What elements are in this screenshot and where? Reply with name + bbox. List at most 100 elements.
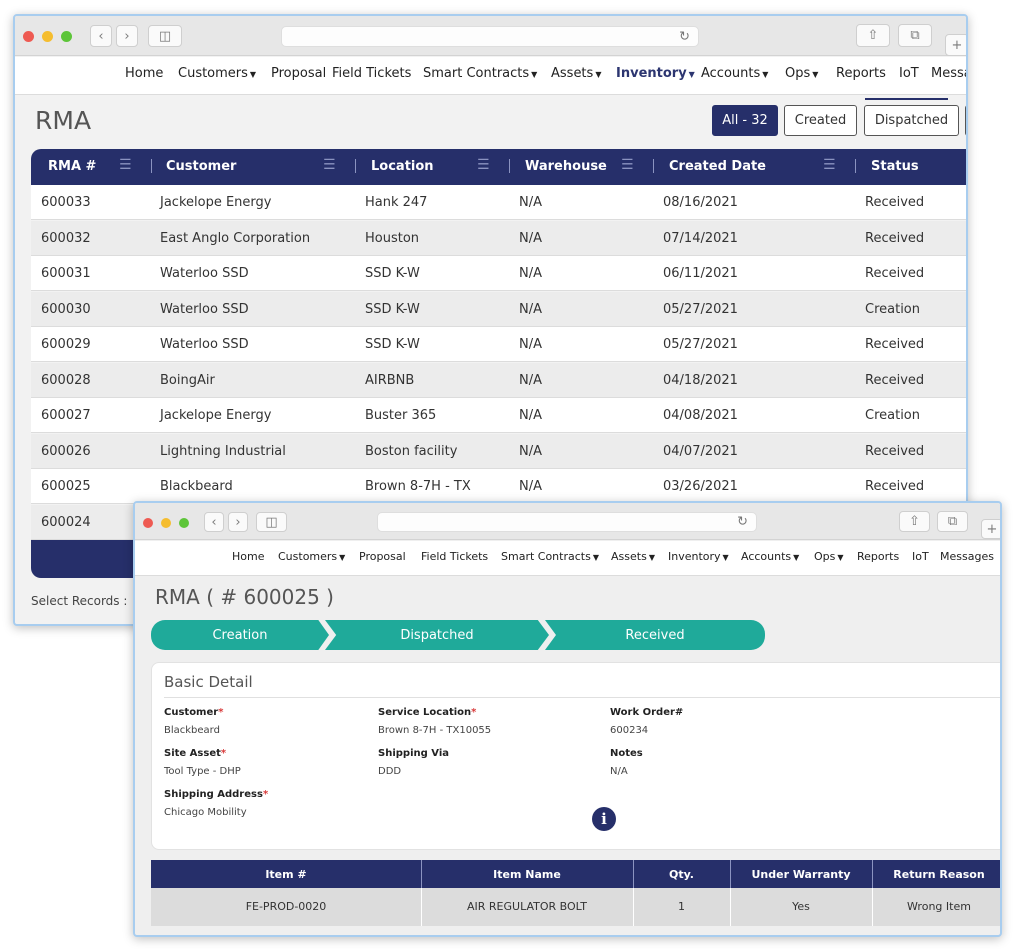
nav-reports[interactable]: Reports bbox=[857, 550, 899, 563]
created-date-cell: 05/27/2021 bbox=[663, 301, 738, 317]
chevron-down-icon: ▼ bbox=[531, 70, 538, 79]
col-rma[interactable]: RMA # bbox=[48, 159, 96, 174]
customer-cell: BoingAir bbox=[160, 372, 215, 388]
table-row[interactable]: 600029 Waterloo SSD SSD K-W N/A 05/27/2021 Re… bbox=[31, 327, 966, 362]
shipping-via-label: Shipping Via bbox=[378, 748, 449, 759]
sidebar-icon[interactable]: ◫ bbox=[148, 25, 182, 47]
chevron-down-icon: ▼ bbox=[592, 553, 599, 562]
close-window-button[interactable] bbox=[23, 31, 34, 42]
nav-field-tickets[interactable]: Field Tickets bbox=[421, 550, 488, 563]
zoom-window-button[interactable] bbox=[179, 518, 189, 528]
nav-proposal[interactable]: Proposal bbox=[271, 66, 326, 81]
forward-icon[interactable]: › bbox=[228, 512, 248, 532]
address-bar[interactable]: ↻ bbox=[281, 26, 699, 47]
nav-customers[interactable]: Customers ▼ bbox=[278, 550, 345, 563]
customer-cell: Jackelope Energy bbox=[160, 408, 272, 423]
reload-icon[interactable]: ↻ bbox=[679, 29, 690, 44]
step-creation[interactable]: Creation bbox=[151, 620, 329, 650]
filter-created[interactable]: Created bbox=[784, 105, 857, 136]
table-row[interactable]: 600032 East Anglo Corporation Houston N/A 07… bbox=[31, 220, 966, 256]
nav-smart-contracts[interactable]: Smart Contracts ▼ bbox=[423, 66, 537, 81]
warehouse-cell: N/A bbox=[519, 195, 542, 210]
close-window-button[interactable] bbox=[143, 518, 153, 528]
nav-customers[interactable]: Customers ▼ bbox=[178, 66, 256, 81]
location-cell: SSD K-W bbox=[365, 266, 420, 281]
tab-indicator bbox=[865, 98, 948, 100]
col-customer[interactable]: Customer bbox=[166, 159, 236, 174]
zoom-window-button[interactable] bbox=[61, 31, 72, 42]
share-icon[interactable]: ⇧ bbox=[856, 24, 890, 47]
status-cell: Received bbox=[865, 479, 925, 494]
rma-number-cell: 600026 bbox=[41, 443, 91, 459]
page-title: RMA ( # 600025 ) bbox=[155, 585, 334, 609]
nav-messages[interactable]: Messa bbox=[931, 66, 966, 81]
col-warehouse[interactable]: Warehouse bbox=[525, 159, 607, 174]
nav-inventory[interactable]: Inventory ▼ bbox=[668, 550, 729, 563]
nav-ops[interactable]: Ops ▼ bbox=[814, 550, 844, 563]
work-order-label: Work Order# bbox=[610, 707, 684, 718]
rma-number-cell: 600024 bbox=[41, 514, 91, 530]
share-icon[interactable]: ⇧ bbox=[899, 511, 930, 532]
status-cell: Creation bbox=[865, 301, 921, 317]
col-location[interactable]: Location bbox=[371, 159, 434, 174]
nav-iot[interactable]: IoT bbox=[912, 550, 929, 563]
minimize-window-button[interactable] bbox=[161, 518, 171, 528]
nav-inventory[interactable]: Inventory ▼ bbox=[616, 66, 695, 81]
back-icon[interactable]: ‹ bbox=[90, 25, 112, 47]
nav-proposal[interactable]: Proposal bbox=[359, 550, 406, 563]
nav-ops[interactable]: Ops ▼ bbox=[785, 66, 818, 81]
nav-accounts[interactable]: Accounts ▼ bbox=[701, 66, 768, 81]
customer-cell: Lightning Industrial bbox=[160, 443, 286, 459]
nav-assets[interactable]: Assets ▼ bbox=[611, 550, 655, 563]
items-table-row[interactable]: FE-PROD-0020 AIR REGULATOR BOLT 1 Yes Wr… bbox=[151, 888, 1000, 926]
tabs-icon[interactable]: ⧉ bbox=[937, 511, 968, 532]
nav-iot[interactable]: IoT bbox=[899, 66, 919, 81]
divider bbox=[164, 697, 1000, 698]
nav-home[interactable]: Home bbox=[125, 66, 163, 81]
table-row[interactable]: 600025 Blackbeard Brown 8-7H - TX N/A 03/26/… bbox=[31, 469, 966, 504]
step-received[interactable]: Received bbox=[545, 620, 765, 650]
filter-more[interactable] bbox=[965, 105, 966, 136]
column-menu-icon[interactable]: ☰ bbox=[477, 157, 490, 173]
table-row[interactable]: 600028 BoingAir AIRBNB N/A 04/18/2021 Receive… bbox=[31, 362, 966, 398]
tabs-icon[interactable]: ⧉ bbox=[898, 24, 932, 47]
nav-reports[interactable]: Reports bbox=[836, 66, 886, 81]
table-row[interactable]: 600027 Jackelope Energy Buster 365 N/A 04/08… bbox=[31, 398, 966, 433]
nav-smart-contracts[interactable]: Smart Contracts ▼ bbox=[501, 550, 599, 563]
nav-accounts[interactable]: Accounts ▼ bbox=[741, 550, 799, 563]
new-tab-icon[interactable]: + bbox=[981, 519, 1000, 539]
table-row[interactable]: 600031 Waterloo SSD SSD K-W N/A 06/11/2021 Re… bbox=[31, 256, 966, 291]
page-title: RMA bbox=[35, 106, 92, 135]
col-qty: Qty. bbox=[669, 868, 694, 881]
col-status[interactable]: Status bbox=[871, 159, 919, 174]
step-dispatched[interactable]: Dispatched bbox=[325, 620, 549, 650]
filter-all[interactable]: All - 32 bbox=[712, 105, 778, 136]
column-menu-icon[interactable]: ☰ bbox=[119, 157, 132, 173]
column-menu-icon[interactable]: ☰ bbox=[823, 157, 836, 173]
filter-dispatched[interactable]: Dispatched bbox=[864, 105, 959, 136]
nav-messages[interactable]: Messages bbox=[940, 550, 994, 563]
rma-number-cell: 600028 bbox=[41, 372, 91, 388]
nav-field-tickets[interactable]: Field Tickets bbox=[332, 66, 411, 81]
column-menu-icon[interactable]: ☰ bbox=[621, 157, 634, 173]
table-row[interactable]: 600033 Jackelope Energy Hank 247 N/A 08/16/2… bbox=[31, 185, 966, 220]
column-menu-icon[interactable]: ☰ bbox=[323, 157, 336, 173]
reload-icon[interactable]: ↻ bbox=[737, 515, 748, 530]
back-icon[interactable]: ‹ bbox=[204, 512, 224, 532]
nav-assets[interactable]: Assets ▼ bbox=[551, 66, 601, 81]
location-cell: Buster 365 bbox=[365, 408, 437, 423]
info-icon[interactable]: i bbox=[592, 807, 616, 831]
work-order-value: 600234 bbox=[610, 725, 649, 736]
col-under-warranty: Under Warranty bbox=[751, 868, 851, 881]
minimize-window-button[interactable] bbox=[42, 31, 53, 42]
sidebar-icon[interactable]: ◫ bbox=[256, 512, 287, 532]
table-row[interactable]: 600030 Waterloo SSD SSD K-W N/A 05/27/2021 Cr… bbox=[31, 291, 966, 327]
address-bar[interactable]: ↻ bbox=[377, 512, 757, 532]
qty-cell: 1 bbox=[678, 900, 685, 913]
table-row[interactable]: 600026 Lightning Industrial Boston facilit… bbox=[31, 433, 966, 469]
col-created-date[interactable]: Created Date bbox=[669, 159, 766, 174]
basic-detail-card: Basic Detail Customer* Blackbeard Servic… bbox=[151, 662, 1000, 850]
forward-icon[interactable]: › bbox=[116, 25, 138, 47]
new-tab-icon[interactable]: + bbox=[945, 34, 966, 56]
nav-home[interactable]: Home bbox=[232, 550, 264, 563]
